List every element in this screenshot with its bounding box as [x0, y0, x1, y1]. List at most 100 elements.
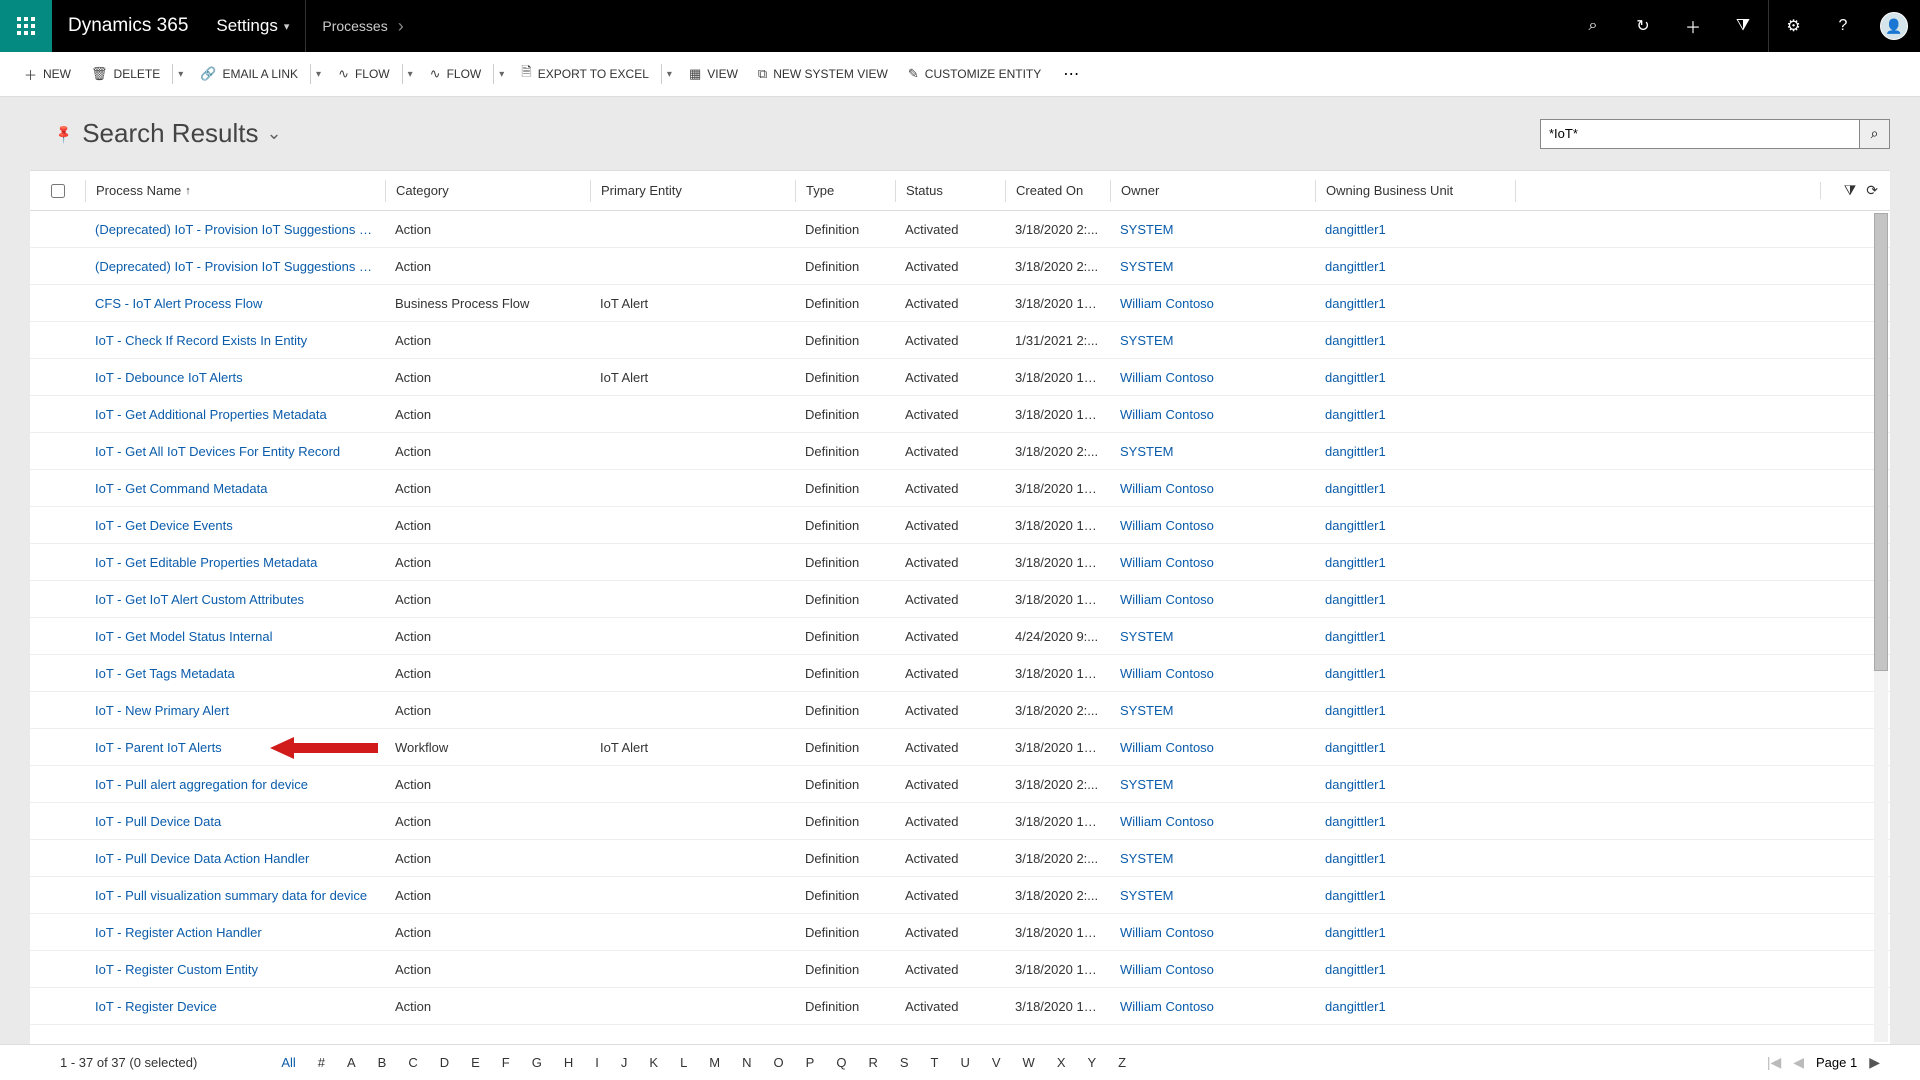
owning-bu-link[interactable]: dangittler1	[1315, 888, 1515, 903]
grid-search-button[interactable]: ⌕	[1860, 119, 1890, 149]
app-launcher-button[interactable]	[0, 0, 52, 52]
filter-funnel-icon[interactable]: ⧩	[1844, 182, 1857, 199]
view-button[interactable]: ▦VIEW	[681, 61, 746, 87]
table-row[interactable]: IoT - Get Command MetadataActionDefiniti…	[30, 470, 1890, 507]
owner-link[interactable]: William Contoso	[1110, 740, 1315, 755]
table-row[interactable]: (Deprecated) IoT - Provision IoT Suggest…	[30, 248, 1890, 285]
table-row[interactable]: IoT - Get All IoT Devices For Entity Rec…	[30, 433, 1890, 470]
process-name-link[interactable]: IoT - Debounce IoT Alerts	[85, 370, 385, 385]
owner-link[interactable]: William Contoso	[1110, 962, 1315, 977]
alpha-y[interactable]: Y	[1083, 1053, 1100, 1072]
owner-link[interactable]: William Contoso	[1110, 481, 1315, 496]
alpha-n[interactable]: N	[738, 1053, 755, 1072]
owning-bu-link[interactable]: dangittler1	[1315, 814, 1515, 829]
customize-entity-button[interactable]: ✎CUSTOMIZE ENTITY	[900, 61, 1049, 87]
alpha-l[interactable]: L	[676, 1053, 691, 1072]
alpha-u[interactable]: U	[956, 1053, 973, 1072]
alpha-i[interactable]: I	[591, 1053, 603, 1072]
export-split[interactable]	[661, 64, 677, 84]
grid-search-input[interactable]	[1540, 119, 1860, 149]
table-row[interactable]: IoT - Get Device EventsActionDefinitionA…	[30, 507, 1890, 544]
table-row[interactable]: IoT - New Primary AlertActionDefinitionA…	[30, 692, 1890, 729]
owner-link[interactable]: SYSTEM	[1110, 333, 1315, 348]
owning-bu-link[interactable]: dangittler1	[1315, 592, 1515, 607]
owning-bu-link[interactable]: dangittler1	[1315, 296, 1515, 311]
select-all-checkbox[interactable]	[30, 180, 85, 202]
alpha-f[interactable]: F	[498, 1053, 514, 1072]
flow-button-2[interactable]: ∿FLOW	[422, 61, 490, 87]
owner-link[interactable]: William Contoso	[1110, 814, 1315, 829]
table-row[interactable]: (Deprecated) IoT - Provision IoT Suggest…	[30, 211, 1890, 248]
col-owning-business-unit[interactable]: Owning Business Unit	[1315, 180, 1515, 202]
flow1-split[interactable]	[402, 64, 418, 84]
alpha-#[interactable]: #	[314, 1053, 329, 1072]
delete-split[interactable]	[172, 64, 188, 84]
process-name-link[interactable]: IoT - Get IoT Alert Custom Attributes	[85, 592, 385, 607]
help-icon[interactable]: ?	[1818, 0, 1868, 52]
alpha-q[interactable]: Q	[832, 1053, 850, 1072]
owning-bu-link[interactable]: dangittler1	[1315, 666, 1515, 681]
process-name-link[interactable]: IoT - Register Action Handler	[85, 925, 385, 940]
owner-link[interactable]: SYSTEM	[1110, 703, 1315, 718]
process-name-link[interactable]: IoT - Pull Device Data Action Handler	[85, 851, 385, 866]
table-row[interactable]: IoT - Pull visualization summary data fo…	[30, 877, 1890, 914]
breadcrumb-processes[interactable]: Processes	[312, 16, 413, 37]
table-row[interactable]: IoT - Pull Device DataActionDefinitionAc…	[30, 803, 1890, 840]
alpha-e[interactable]: E	[467, 1053, 484, 1072]
process-name-link[interactable]: IoT - Get Model Status Internal	[85, 629, 385, 644]
owning-bu-link[interactable]: dangittler1	[1315, 481, 1515, 496]
owner-link[interactable]: William Contoso	[1110, 925, 1315, 940]
refresh-icon[interactable]: ⟳	[1866, 182, 1878, 199]
owner-link[interactable]: William Contoso	[1110, 296, 1315, 311]
first-page-button[interactable]: |◀	[1767, 1054, 1781, 1071]
delete-button[interactable]: 🗑DELETE	[83, 61, 168, 87]
alpha-d[interactable]: D	[436, 1053, 453, 1072]
col-category[interactable]: Category	[385, 180, 590, 202]
owner-link[interactable]: William Contoso	[1110, 407, 1315, 422]
new-system-view-button[interactable]: ⧉NEW SYSTEM VIEW	[750, 61, 896, 87]
alpha-p[interactable]: P	[802, 1053, 819, 1072]
owning-bu-link[interactable]: dangittler1	[1315, 999, 1515, 1014]
process-name-link[interactable]: IoT - Pull Device Data	[85, 814, 385, 829]
owning-bu-link[interactable]: dangittler1	[1315, 555, 1515, 570]
alpha-b[interactable]: B	[374, 1053, 391, 1072]
area-switcher[interactable]: Settings	[206, 16, 299, 36]
alpha-z[interactable]: Z	[1114, 1053, 1130, 1072]
view-selector[interactable]: Search Results	[82, 118, 281, 149]
prev-page-button[interactable]: ◀	[1793, 1054, 1804, 1071]
alpha-o[interactable]: O	[770, 1053, 788, 1072]
scrollbar-thumb[interactable]	[1874, 213, 1888, 671]
flow-button-1[interactable]: ∿FLOW	[330, 61, 398, 87]
alpha-h[interactable]: H	[560, 1053, 577, 1072]
table-row[interactable]: IoT - Get IoT Alert Custom AttributesAct…	[30, 581, 1890, 618]
process-name-link[interactable]: CFS - IoT Alert Process Flow	[85, 296, 385, 311]
owner-link[interactable]: William Contoso	[1110, 592, 1315, 607]
owner-link[interactable]: SYSTEM	[1110, 777, 1315, 792]
owning-bu-link[interactable]: dangittler1	[1315, 407, 1515, 422]
owner-link[interactable]: William Contoso	[1110, 555, 1315, 570]
owner-link[interactable]: SYSTEM	[1110, 851, 1315, 866]
user-avatar[interactable]: 👤	[1880, 12, 1908, 40]
col-status[interactable]: Status	[895, 180, 1005, 202]
alpha-t[interactable]: T	[927, 1053, 943, 1072]
alpha-w[interactable]: W	[1019, 1053, 1039, 1072]
process-name-link[interactable]: (Deprecated) IoT - Provision IoT Suggest…	[85, 222, 385, 237]
flow2-split[interactable]	[493, 64, 509, 84]
process-name-link[interactable]: IoT - New Primary Alert	[85, 703, 385, 718]
alpha-all[interactable]: All	[277, 1053, 299, 1072]
filter-icon[interactable]: ⧩	[1718, 0, 1768, 52]
owning-bu-link[interactable]: dangittler1	[1315, 629, 1515, 644]
process-name-link[interactable]: (Deprecated) IoT - Provision IoT Suggest…	[85, 259, 385, 274]
table-row[interactable]: IoT - Get Model Status InternalActionDef…	[30, 618, 1890, 655]
alpha-x[interactable]: X	[1053, 1053, 1070, 1072]
process-name-link[interactable]: IoT - Register Device	[85, 999, 385, 1014]
owner-link[interactable]: William Contoso	[1110, 518, 1315, 533]
col-process-name[interactable]: Process Name↑	[85, 180, 385, 202]
owning-bu-link[interactable]: dangittler1	[1315, 222, 1515, 237]
owner-link[interactable]: William Contoso	[1110, 666, 1315, 681]
owning-bu-link[interactable]: dangittler1	[1315, 518, 1515, 533]
alpha-s[interactable]: S	[896, 1053, 913, 1072]
next-page-button[interactable]: ▶	[1869, 1054, 1880, 1071]
alpha-j[interactable]: J	[617, 1053, 632, 1072]
pin-icon[interactable]: 📌	[53, 122, 76, 145]
